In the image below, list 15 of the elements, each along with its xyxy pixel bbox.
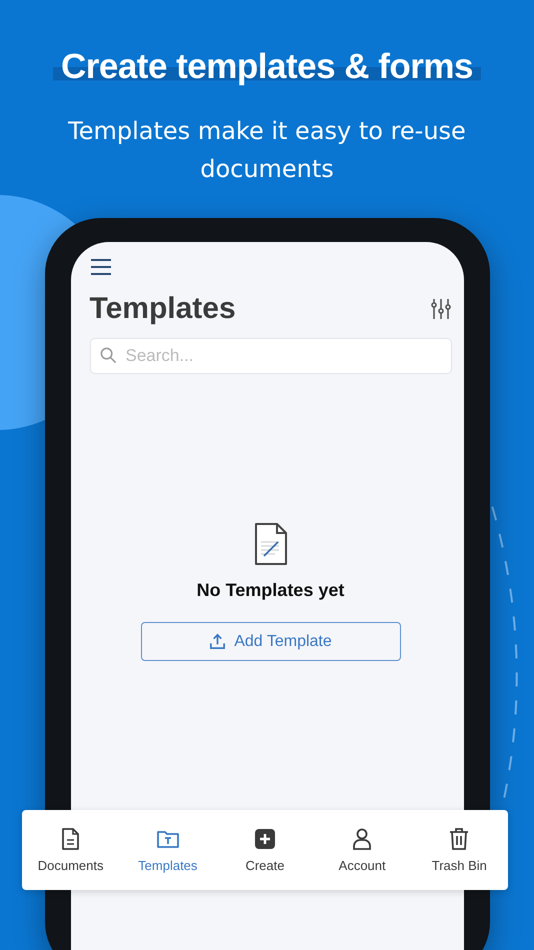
search-field[interactable]: Search...: [90, 338, 452, 374]
menu-icon[interactable]: [90, 258, 112, 276]
tab[interactable]: Create: [218, 827, 311, 873]
add-template-button[interactable]: Add Template: [140, 622, 400, 661]
empty-message: No Templates yet: [196, 580, 344, 601]
document-edit-icon: [254, 522, 288, 566]
subtitle: Templates make it easy to re-use documents: [67, 116, 467, 185]
tab[interactable]: Documents: [24, 827, 117, 873]
tab[interactable]: Trash Bin: [413, 827, 506, 873]
plus-icon: [252, 827, 277, 851]
tab[interactable]: Account: [316, 827, 408, 873]
filter-icon[interactable]: [430, 298, 452, 320]
tab[interactable]: Templates: [122, 827, 214, 873]
screen-title: Templates: [90, 292, 236, 326]
upload-icon: [209, 633, 226, 650]
